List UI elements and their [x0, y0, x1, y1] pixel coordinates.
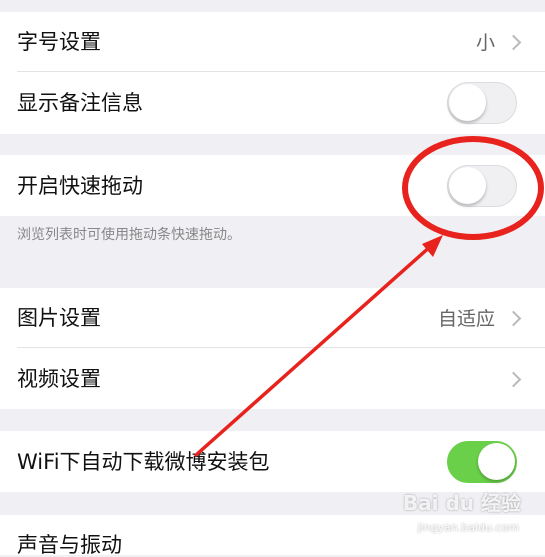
wifi-download-toggle[interactable]: [447, 441, 517, 483]
sound-vibration-label: 声音与振动: [17, 533, 122, 557]
wifi-download-setting-row: WiFi下自动下载微博安装包: [0, 431, 545, 492]
chevron-right-icon: [505, 34, 522, 51]
fast-drag-label: 开启快速拖动: [17, 174, 143, 198]
show-remark-setting-row: 显示备注信息: [0, 72, 545, 134]
toggle-knob: [478, 443, 515, 480]
wifi-download-label: WiFi下自动下载微博安装包: [17, 450, 270, 474]
baidu-jingyan-watermark: Bai du 经验: [402, 491, 521, 515]
baidu-jingyan-watermark-url: jingyan.baidu.com: [417, 521, 519, 534]
show-remark-toggle[interactable]: [447, 82, 517, 124]
toggle-knob: [449, 167, 486, 204]
fast-drag-description: 浏览列表时可使用拖动条快速拖动。: [17, 227, 241, 243]
font-size-setting-row[interactable]: 字号设置 小: [0, 12, 545, 72]
fast-drag-setting-row: 开启快速拖动: [0, 155, 545, 216]
font-size-value: 小: [475, 32, 495, 54]
chevron-right-icon: [505, 310, 522, 327]
toggle-knob: [449, 84, 486, 121]
font-size-setting-label: 字号设置: [17, 30, 101, 54]
fast-drag-toggle[interactable]: [447, 165, 517, 207]
image-setting-label: 图片设置: [17, 306, 101, 330]
video-setting-label: 视频设置: [17, 367, 101, 391]
chevron-right-icon: [505, 371, 522, 388]
image-setting-row[interactable]: 图片设置 自适应: [0, 288, 545, 348]
show-remark-label: 显示备注信息: [17, 91, 143, 115]
image-setting-value: 自适应: [437, 308, 495, 330]
video-setting-row[interactable]: 视频设置: [0, 348, 545, 409]
pointer-arrowhead: [422, 235, 443, 257]
